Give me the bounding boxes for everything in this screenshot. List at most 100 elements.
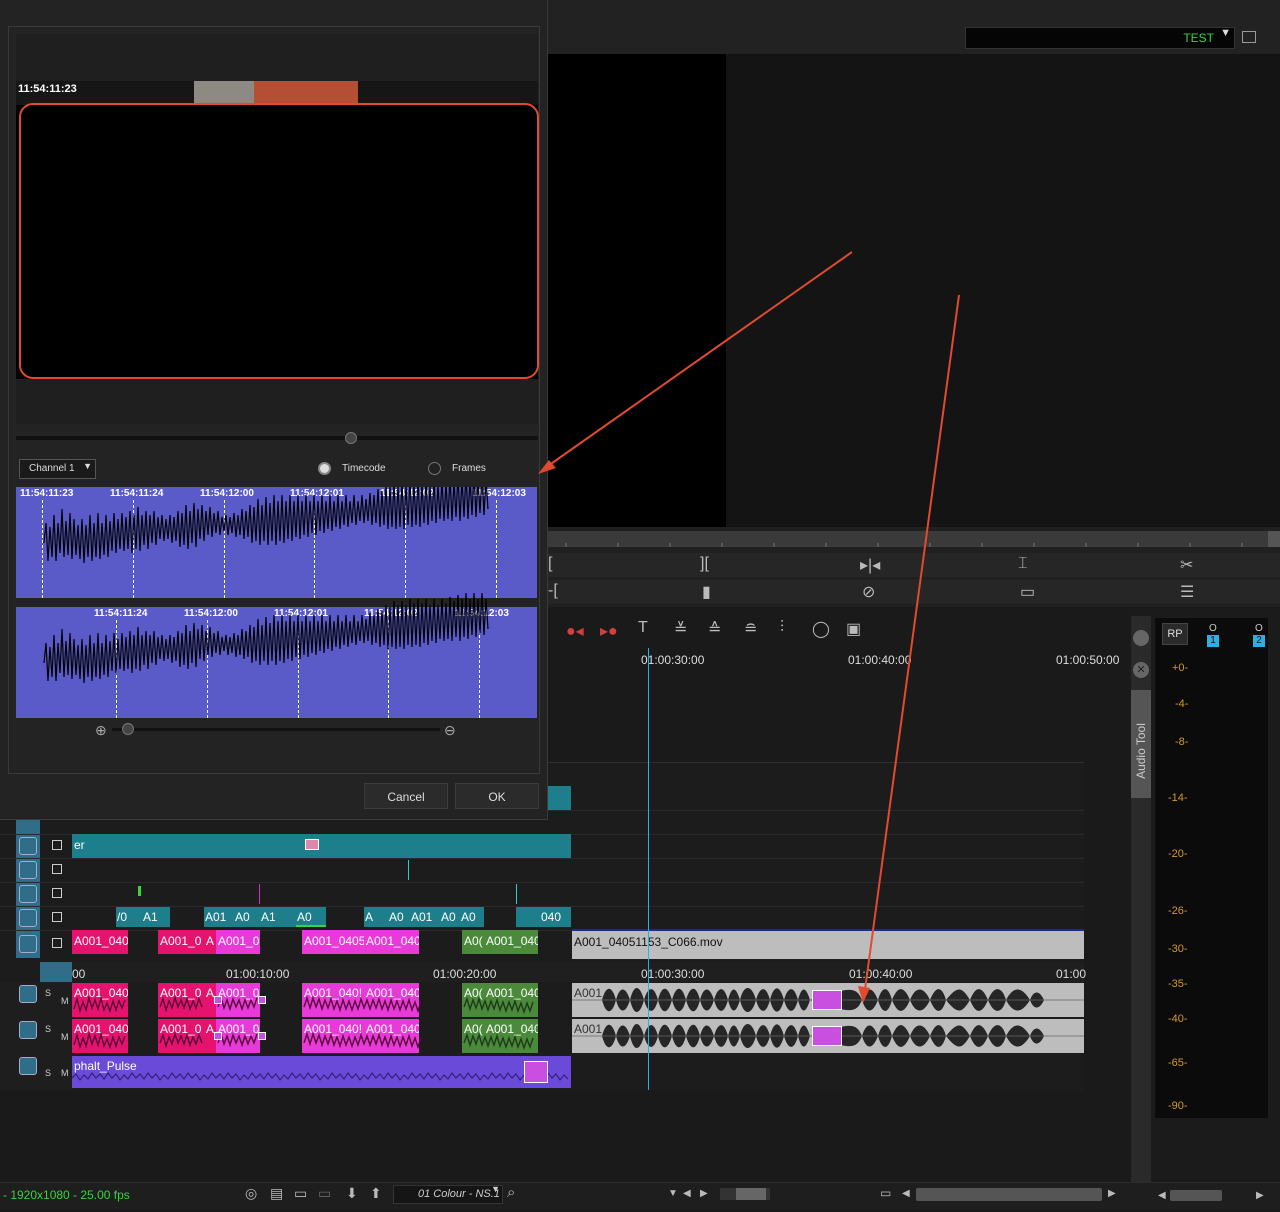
monitor-icon[interactable]: ▭	[294, 1185, 307, 1202]
viewer-scrub-bar[interactable]	[548, 531, 1268, 547]
lift-icon[interactable]: ⌶	[1018, 555, 1028, 573]
cancel-button[interactable]: Cancel	[364, 783, 448, 809]
arrow-down-icon[interactable]: ⬇	[346, 1185, 358, 1202]
track-visibility-icon[interactable]	[19, 909, 37, 927]
chevron-down-icon[interactable]: ▼	[668, 1188, 678, 1199]
text-tool-icon[interactable]: T	[638, 619, 648, 637]
overlay-icon[interactable]: ▣	[846, 619, 861, 639]
zoom-slider[interactable]	[720, 1188, 770, 1200]
fx-clip[interactable]: A01	[410, 907, 440, 927]
close-icon[interactable]: ✕	[1133, 662, 1149, 678]
track-lock-icon[interactable]	[52, 912, 62, 922]
timeline-clip[interactable]	[548, 786, 571, 810]
timecode-radio[interactable]	[318, 462, 331, 475]
audio-fx-icon[interactable]	[214, 1032, 222, 1040]
music-fx-icon[interactable]	[524, 1061, 548, 1083]
nudge-right-icon[interactable]: ▸●	[600, 621, 618, 641]
ok-button[interactable]: OK	[455, 783, 539, 809]
chevron-right-icon[interactable]: ▶	[700, 1188, 708, 1199]
spread-icon[interactable]: ⫶	[780, 619, 784, 637]
align-middle-icon[interactable]: ≙	[708, 619, 721, 639]
fx-clip[interactable]: A0	[388, 907, 410, 927]
timeline-hscroll[interactable]	[916, 1188, 1102, 1201]
preview-slider-thumb[interactable]	[345, 432, 357, 444]
chevron-left-icon[interactable]: ◀	[683, 1188, 691, 1199]
channel-2-badge[interactable]: 2	[1253, 635, 1265, 647]
timeline-clip[interactable]: A001_0405	[72, 930, 128, 954]
timeline-clip[interactable]: A001_0	[216, 930, 260, 954]
timeline-clip[interactable]: A001_040	[364, 930, 419, 954]
audio-fx-icon[interactable]	[812, 1026, 842, 1046]
test-dropdown[interactable]: TEST ▼	[965, 27, 1235, 49]
fx-clip[interactable]: A0	[440, 907, 460, 927]
zoom-out-icon[interactable]: ⊖	[444, 722, 456, 739]
fx-clip[interactable]: A	[364, 907, 388, 927]
zoom-slider-thumb[interactable]	[122, 723, 134, 735]
zoom-in-icon[interactable]: ⊕	[95, 722, 107, 739]
meter-hscroll[interactable]	[1170, 1190, 1222, 1201]
fx-clip[interactable]: A0	[460, 907, 484, 927]
layout-icon[interactable]: ▤	[270, 1185, 283, 1202]
replace-icon[interactable]: ▮	[702, 582, 711, 602]
timeline-clip[interactable]: A	[204, 930, 216, 954]
chevron-right-icon[interactable]: ▶	[1256, 1190, 1264, 1201]
fx-clip[interactable]: A0	[234, 907, 260, 927]
track-visibility-icon[interactable]	[19, 935, 37, 953]
timeline-clip[interactable]: er	[72, 834, 571, 858]
chevron-left-icon[interactable]: ◀	[902, 1188, 910, 1199]
audio-fx-icon[interactable]	[258, 996, 266, 1004]
chevron-right-icon[interactable]: ▶	[1108, 1188, 1116, 1199]
solo-button[interactable]: S	[45, 1068, 51, 1078]
fx-clip[interactable]: A1	[260, 907, 296, 927]
preview-slider-track[interactable]	[16, 436, 538, 440]
search-icon[interactable]: ⌕	[507, 1184, 515, 1201]
zoom-thumb[interactable]	[736, 1188, 766, 1200]
track-visibility-icon[interactable]	[19, 861, 37, 879]
channel-dropdown[interactable]: Channel 1 ▼	[19, 459, 96, 479]
ruler-main[interactable]: 00 01:00:10:00 01:00:20:00 01:00:30:00 0…	[40, 962, 1086, 982]
grid-icon[interactable]	[1242, 31, 1256, 43]
frames-radio[interactable]	[428, 462, 441, 475]
timeline-clip[interactable]: A001_0	[158, 930, 204, 954]
track-visibility-icon[interactable]	[19, 837, 37, 855]
channel-1-badge[interactable]: 1	[1207, 635, 1219, 647]
timeline-clip[interactable]: A0(	[462, 930, 484, 954]
fx-clip[interactable]: A1	[142, 907, 170, 927]
disable-icon[interactable]: ⊘	[862, 582, 875, 602]
box-icon[interactable]: ▭	[1020, 582, 1035, 602]
audio-fx-icon[interactable]	[214, 996, 222, 1004]
track-lock-icon[interactable]	[52, 840, 62, 850]
audio-fx-icon[interactable]	[812, 990, 842, 1010]
arrow-up-icon[interactable]: ⬆	[370, 1185, 382, 1202]
audio-fx-icon[interactable]	[258, 1032, 266, 1040]
mute-button[interactable]: M	[61, 1068, 69, 1078]
ruler-top[interactable]: 01:00:30:00 01:00:40:00 01:00:50:00	[548, 650, 1119, 668]
nudge-left-icon[interactable]: ●◂	[566, 621, 584, 641]
split-icon[interactable]: ▸|◂	[860, 555, 880, 575]
rp-button[interactable]: RP	[1162, 623, 1188, 645]
scissors-icon[interactable]: ✂	[1180, 555, 1193, 575]
chevron-left-icon[interactable]: ◀	[1158, 1190, 1166, 1201]
trim-icon[interactable]: ][	[700, 555, 709, 573]
timeline-clip[interactable]: A001_040	[484, 930, 538, 954]
target-icon[interactable]: ◎	[245, 1185, 257, 1202]
chevron-down-icon[interactable]	[1133, 630, 1149, 646]
music-clip[interactable]: phalt_Pulse	[72, 1056, 571, 1088]
fx-clip[interactable]: A01	[204, 907, 234, 927]
track-lock-icon[interactable]	[52, 864, 62, 874]
zoom-slider-track[interactable]	[112, 728, 440, 731]
colour-preset-box[interactable]: 01 Colour - NS.1 ▼	[393, 1184, 503, 1204]
track-lock-icon[interactable]	[52, 938, 62, 948]
list-icon[interactable]: ☰	[1180, 582, 1194, 602]
fx-clip[interactable]: A0	[296, 907, 326, 927]
mark-out-icon[interactable]: -[	[548, 582, 558, 600]
track-visibility-icon[interactable]	[19, 885, 37, 903]
mark-in-icon[interactable]: [	[548, 555, 552, 573]
fx-clip[interactable]: /0	[116, 907, 142, 927]
fx-clip[interactable]: 040	[516, 907, 571, 927]
align-bottom-icon[interactable]: ≘	[744, 619, 757, 639]
playhead[interactable]	[648, 648, 649, 1090]
display-icon[interactable]: ▭	[318, 1185, 331, 1202]
fit-icon[interactable]: ▭	[880, 1186, 891, 1200]
track-lock-icon[interactable]	[52, 888, 62, 898]
